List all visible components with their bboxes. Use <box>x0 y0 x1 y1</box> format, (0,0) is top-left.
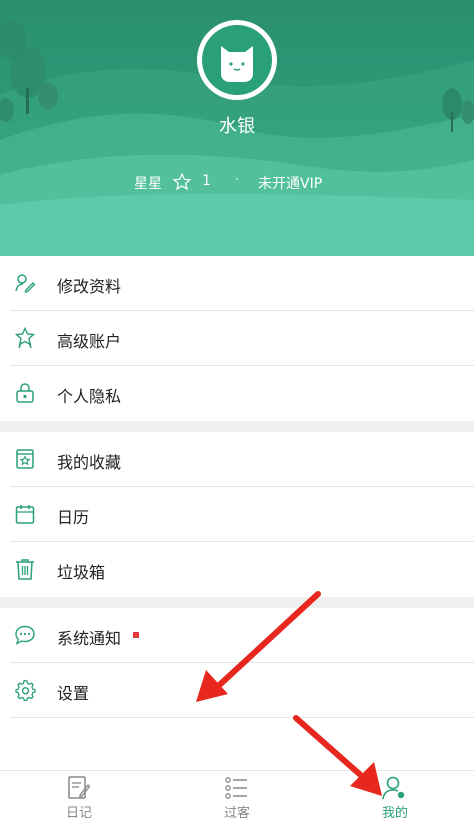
menu-label: 垃圾箱 <box>57 563 106 582</box>
tab-label: 我的 <box>381 806 408 821</box>
user-avatar[interactable] <box>197 20 277 100</box>
notification-icon <box>15 625 35 645</box>
list-icon <box>225 777 247 799</box>
privacy-lock-icon <box>16 383 34 403</box>
menu-group-system: 系统通知 设置 <box>0 608 474 718</box>
menu-label: 系统通知 <box>57 629 122 648</box>
menu-label: 设置 <box>57 684 90 703</box>
user-stats: 星星 1 · 未开通VIP <box>0 172 474 194</box>
tab-passersby[interactable]: 过客 <box>158 771 316 821</box>
tab-label: 日记 <box>65 806 92 821</box>
username: 水银 <box>219 116 255 137</box>
cat-avatar-icon <box>221 46 253 82</box>
menu-item-privacy[interactable]: 个人隐私 <box>0 366 474 421</box>
menu-label: 个人隐私 <box>57 387 122 406</box>
vip-status[interactable]: 未开通VIP <box>258 173 322 193</box>
tab-label: 过客 <box>223 806 250 821</box>
bottom-tab-bar: 日记 过客 我的 <box>0 770 474 821</box>
calendar-icon <box>15 505 35 524</box>
menu-group-account: 修改资料 高级账户 个人隐私 <box>0 256 474 421</box>
edit-profile-icon <box>15 274 36 293</box>
stars-label: 星星 <box>134 176 162 192</box>
premium-account-icon <box>14 327 36 349</box>
diary-icon <box>68 776 91 799</box>
menu-item-trash[interactable]: 垃圾箱 <box>0 542 474 597</box>
star-icon <box>172 172 192 191</box>
menu-item-calendar[interactable]: 日历 <box>0 487 474 542</box>
profile-header: 水银 星星 1 · 未开通VIP <box>0 0 474 256</box>
profile-icon <box>382 776 405 800</box>
trash-icon <box>16 559 34 580</box>
stars-count: 1 <box>202 173 211 189</box>
menu-item-edit-profile[interactable]: 修改资料 <box>0 256 474 311</box>
settings-gear-icon <box>15 679 36 701</box>
favorites-icon <box>16 449 34 469</box>
stats-separator: · <box>235 172 240 188</box>
menu-label: 高级账户 <box>57 332 122 351</box>
menu-label: 日历 <box>57 508 90 527</box>
tab-diary[interactable]: 日记 <box>0 771 158 821</box>
tab-mine[interactable]: 我的 <box>316 771 474 821</box>
section-gap <box>0 421 474 432</box>
menu-item-settings[interactable]: 设置 <box>0 663 474 718</box>
menu-label: 我的收藏 <box>57 453 122 472</box>
menu-item-premium-account[interactable]: 高级账户 <box>0 311 474 366</box>
menu-group-content: 我的收藏 日历 垃圾箱 <box>0 432 474 597</box>
menu-item-favorites[interactable]: 我的收藏 <box>0 432 474 487</box>
menu-label: 修改资料 <box>57 277 122 296</box>
menu-item-notifications[interactable]: 系统通知 <box>0 608 474 663</box>
unread-badge-dot <box>133 632 139 638</box>
section-gap <box>0 597 474 608</box>
